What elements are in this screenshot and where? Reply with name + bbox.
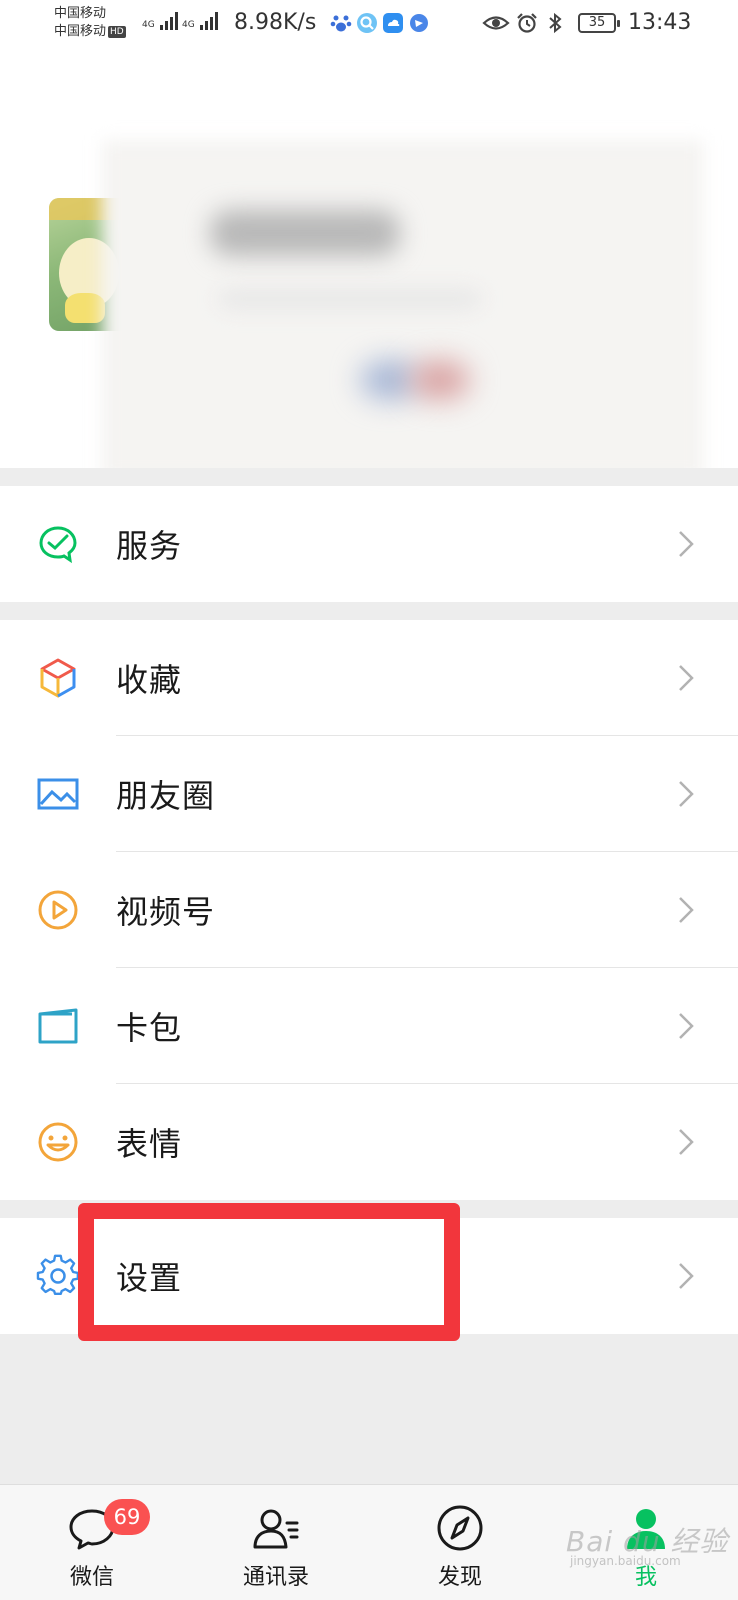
favorites-cube-icon [40,658,76,698]
tab-label-discover: 发现 [437,1565,482,1590]
services-icon [39,526,77,564]
menu-item-services[interactable]: 服务 [0,486,738,602]
status-bar: 中国移动 中国移动 HD 4G 4G 8.98K/s 35 13:43 [0,0,738,50]
wallet-card-icon [38,1008,78,1044]
chevron-right-icon [679,781,694,807]
menu-label-favorites: 收藏 [116,661,183,699]
services-group: 服务 [0,486,738,602]
tab-discover[interactable]: 发现 [400,1485,520,1600]
menu-label-moments: 朋友圈 [116,777,216,815]
baidu-paw-icon [330,15,352,32]
menu-label-services: 服务 [116,527,183,565]
blurred-wechat-id [220,290,480,308]
menu-label-cards: 卡包 [116,1009,183,1047]
network-type-1: 4G [142,20,155,30]
menu-item-stickers[interactable]: 表情 [0,1084,738,1200]
eye-icon [482,16,510,30]
browser-app-icon [410,14,428,32]
carrier-1: 中国移动 [54,6,107,21]
menu-item-cards[interactable]: 卡包 [0,968,738,1084]
chevron-right-icon [679,1013,694,1039]
network-type-2: 4G [182,20,195,30]
bluetooth-icon [549,12,562,34]
highlight-annotation [78,1203,460,1341]
menu-label-channels: 视频号 [116,893,216,931]
contacts-icon [253,1509,299,1549]
alarm-icon [517,13,537,33]
menu-item-favorites[interactable]: 收藏 [0,620,738,736]
baidu-watermark-url: jingyan.baidu.com [570,1554,681,1568]
tab-contacts[interactable]: 通讯录 [216,1485,336,1600]
blurred-status-icon [410,360,470,400]
search-app-icon [357,13,377,33]
carrier-info: 中国移动 中国移动 HD [54,5,126,41]
chevron-right-icon [679,665,694,691]
battery-indicator: 35 [578,13,620,33]
cloud-app-icon [383,13,403,33]
menu-item-channels[interactable]: 视频号 [0,852,738,968]
main-menu-group: 收藏 朋友圈 视频号 卡包 表情 [0,620,738,1200]
blurred-nickname [210,210,400,256]
moments-photo-icon [37,778,79,810]
chevron-right-icon [679,1129,694,1155]
tab-chats[interactable]: 微信 69 [32,1485,152,1600]
channels-play-icon [38,890,78,930]
carrier-2: 中国移动 [54,24,107,39]
chevron-right-icon [679,531,694,557]
clock: 13:43 [628,10,692,35]
chevron-right-icon [679,897,694,923]
chevron-right-icon [679,1263,694,1289]
tab-label-contacts: 通讯录 [242,1565,309,1590]
smiley-icon [38,1122,78,1162]
menu-item-moments[interactable]: 朋友圈 [0,736,738,852]
signal-2-icon: 4G [182,12,218,30]
gear-icon [36,1254,80,1296]
hd-badge: HD [108,25,126,38]
compass-icon [437,1505,483,1551]
signal-1-icon: 4G [142,12,178,30]
menu-label-stickers: 表情 [116,1125,183,1163]
network-speed: 8.98K/s [234,10,317,35]
profile-header[interactable] [0,50,738,468]
tab-label-chats: 微信 [69,1565,114,1590]
unread-badge: 69 [104,1499,150,1535]
